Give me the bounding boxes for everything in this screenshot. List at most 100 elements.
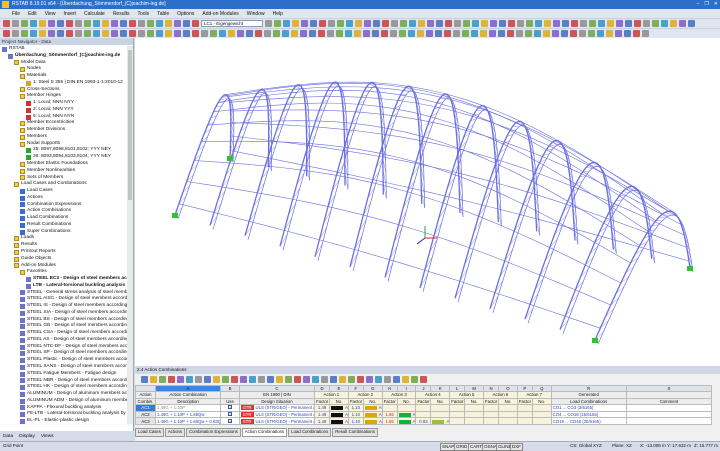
menu-options[interactable]: Options: [177, 11, 194, 17]
menu-add-on-modules[interactable]: Add-on Modules: [202, 11, 238, 17]
toolbar-icon[interactable]: [147, 20, 154, 27]
tree-item[interactable]: STEEL SANS - Design of steel members acc…: [0, 364, 127, 371]
empty-cell[interactable]: [517, 411, 532, 418]
toolbar-icon[interactable]: [201, 30, 208, 37]
toolbar-icon[interactable]: [219, 30, 226, 37]
tree-item[interactable]: Results: [0, 242, 127, 249]
tree-item[interactable]: Member Elastic Foundations: [0, 161, 127, 168]
tree-item[interactable]: Add-on Modules: [0, 263, 127, 270]
empty-cell[interactable]: [484, 405, 499, 412]
toolbar-icon[interactable]: [66, 30, 73, 37]
table-tool-icon[interactable]: [312, 376, 319, 383]
table-tool-icon[interactable]: [204, 376, 211, 383]
toolbar-icon[interactable]: [498, 30, 505, 37]
toolbar-icon[interactable]: [399, 30, 406, 37]
menu-table[interactable]: Table: [157, 11, 169, 17]
toolbar-icon[interactable]: [147, 30, 154, 37]
toolbar-icon[interactable]: [12, 30, 19, 37]
factor-cell[interactable]: [382, 405, 397, 412]
toolbar-icon[interactable]: [111, 30, 118, 37]
factor-cell[interactable]: 1.10: [348, 411, 363, 418]
toolbar-icon[interactable]: [354, 30, 361, 37]
toolbar-icon[interactable]: [165, 20, 172, 27]
tree-item[interactable]: 2: Local; NNN YYY: [0, 107, 127, 114]
navigator-scrollbar[interactable]: [127, 46, 133, 424]
empty-cell[interactable]: [450, 405, 465, 412]
action-no-cell[interactable]: [397, 405, 416, 412]
toolbar-icon[interactable]: [21, 30, 28, 37]
factor-cell[interactable]: 1.49: [315, 418, 330, 425]
toolbar-icon[interactable]: [39, 20, 46, 27]
tree-item[interactable]: Model Data: [0, 60, 127, 67]
tree-item[interactable]: 1: Local; NNN NYY: [0, 100, 127, 107]
menu-results[interactable]: Results: [113, 11, 130, 17]
toolbar-icon[interactable]: [462, 30, 469, 37]
tree-item[interactable]: Materials: [0, 73, 127, 80]
description-cell[interactable]: 1.49G + 1.10P + 1.65Qw: [156, 411, 221, 418]
tree-item[interactable]: STEEL SIA - Design of steel members acco…: [0, 310, 127, 317]
tree-item[interactable]: RSTAB: [0, 46, 127, 53]
toolbar-icon[interactable]: [75, 20, 82, 27]
toolbar-icon[interactable]: [300, 30, 307, 37]
toolbar-icon[interactable]: [246, 30, 253, 37]
toolbar-icon[interactable]: [508, 20, 515, 27]
table-tool-icon[interactable]: [402, 376, 409, 383]
empty-cell[interactable]: [532, 405, 551, 412]
menu-calculate[interactable]: Calculate: [84, 11, 105, 17]
toolbar-icon[interactable]: [12, 20, 19, 27]
tree-item[interactable]: Guide Objects: [0, 256, 127, 263]
toolbar-icon[interactable]: [84, 20, 91, 27]
toolbar-icon[interactable]: [481, 20, 488, 27]
toolbar-icon[interactable]: [30, 30, 37, 37]
table-tool-icon[interactable]: [420, 376, 427, 383]
toolbar-icon[interactable]: [418, 20, 425, 27]
toolbar-icon[interactable]: [111, 20, 118, 27]
nodal-support-icon[interactable]: [227, 156, 233, 161]
toolbar-icon[interactable]: [93, 30, 100, 37]
toolbar-icon[interactable]: [102, 30, 109, 37]
table-row[interactable]: AC21.49G + 1.10P + 1.65Qw✓STRULS (STR/GE…: [136, 411, 712, 418]
toolbar-icon[interactable]: [615, 30, 622, 37]
tab-data[interactable]: Data: [3, 434, 13, 439]
generated-combinations-cell[interactable]: CO19 ... CO48 (30/6165): [551, 418, 626, 425]
truss-diagonal[interactable]: [513, 126, 519, 127]
toolbar-icon[interactable]: [507, 30, 514, 37]
tree-item[interactable]: Load Cases and Combinations: [0, 181, 127, 188]
factor-cell[interactable]: 1.49: [315, 411, 330, 418]
toolbar-icon[interactable]: [679, 20, 686, 27]
table-tool-icon[interactable]: [186, 376, 193, 383]
toolbar-icon[interactable]: [21, 20, 28, 27]
toolbar-icon[interactable]: [634, 20, 641, 27]
tree-item[interactable]: Member Nonlinearities: [0, 168, 127, 175]
toolbar-icon[interactable]: [309, 30, 316, 37]
toolbar-icon[interactable]: [643, 20, 650, 27]
toolbar-icon[interactable]: [183, 30, 190, 37]
table-tool-icon[interactable]: [411, 376, 418, 383]
toolbar-icon[interactable]: [282, 30, 289, 37]
comment-cell[interactable]: [626, 411, 711, 418]
maximize-button[interactable]: ❐: [704, 0, 708, 9]
toolbar-icon[interactable]: [372, 30, 379, 37]
toolbar-icon[interactable]: [408, 30, 415, 37]
arch-truss-chord[interactable]: [595, 211, 690, 340]
toolbar-icon[interactable]: [606, 30, 613, 37]
arch-truss-chord[interactable]: [213, 93, 272, 229]
toolbar-icon[interactable]: [382, 20, 389, 27]
toolbar-icon[interactable]: [571, 20, 578, 27]
toolbar-icon[interactable]: [444, 30, 451, 37]
toolbar-icon[interactable]: [355, 20, 362, 27]
roof-structure-model[interactable]: [135, 38, 720, 366]
toolbar-icon[interactable]: [364, 20, 371, 27]
table-tool-icon[interactable]: [267, 376, 274, 383]
tree-item[interactable]: ALUMINUM - Design of aluminum members ac…: [0, 391, 127, 398]
menu-edit[interactable]: Edit: [28, 11, 37, 17]
toolbar-icon[interactable]: [120, 30, 127, 37]
tree-item[interactable]: Printout Reports: [0, 249, 127, 256]
menu-help[interactable]: Help: [273, 11, 283, 17]
toolbar-icon[interactable]: [337, 20, 344, 27]
toolbar-icon[interactable]: [534, 30, 541, 37]
toolbar-icon[interactable]: [84, 30, 91, 37]
action-no-cell[interactable]: A3: [397, 418, 416, 425]
description-cell[interactable]: 1.49G + 1.10P: [156, 405, 221, 412]
table-tool-icon[interactable]: [375, 376, 382, 383]
